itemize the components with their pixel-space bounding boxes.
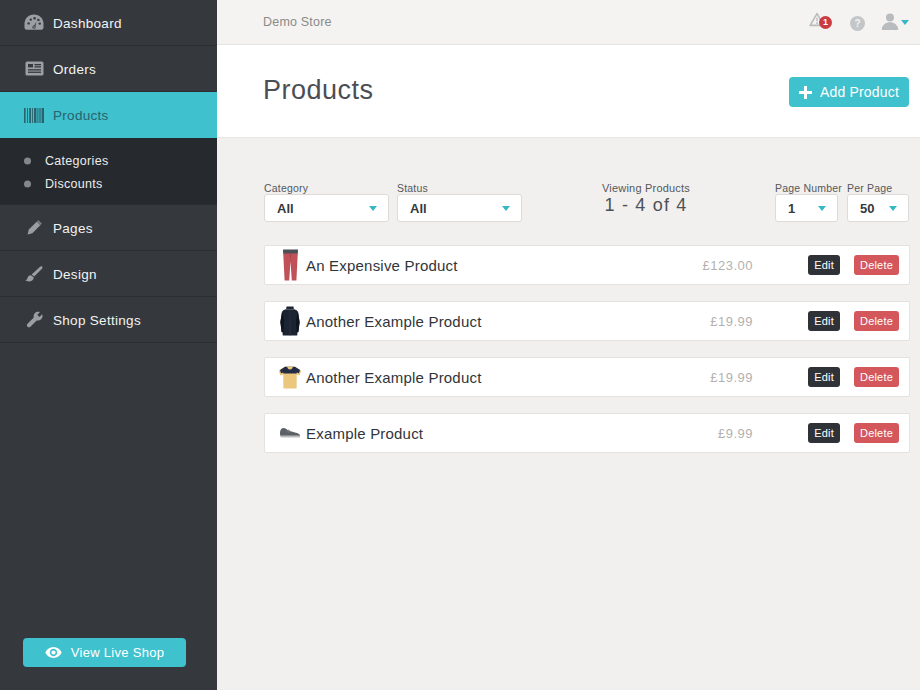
sidebar-item-categories[interactable]: Categories bbox=[0, 149, 217, 172]
product-price: £9.99 bbox=[718, 426, 753, 441]
orders-list-icon bbox=[23, 59, 45, 79]
edit-button[interactable]: Edit bbox=[808, 255, 840, 275]
pencil-icon bbox=[23, 218, 45, 238]
add-product-label: Add Product bbox=[820, 84, 899, 100]
dashboard-gauge-icon bbox=[23, 13, 45, 33]
page-number-label: Page Number bbox=[775, 182, 842, 194]
caret-down-icon bbox=[502, 206, 510, 211]
page-title: Products bbox=[263, 75, 374, 106]
sidebar-item-dashboard[interactable]: Dashboard bbox=[0, 0, 217, 46]
product-name: An Expensive Product bbox=[306, 257, 458, 274]
per-page-select[interactable]: 50 bbox=[847, 194, 909, 222]
category-filter-select[interactable]: All bbox=[264, 194, 389, 222]
sidebar-item-design[interactable]: Design bbox=[0, 251, 217, 297]
sidebar-item-label: Design bbox=[53, 266, 97, 281]
product-thumbnail-grey-shoe bbox=[275, 416, 305, 450]
viewing-products-label: Viewing Products bbox=[546, 182, 746, 194]
main-area: Demo Store 1 bbox=[217, 0, 920, 690]
sidebar-item-shop-settings[interactable]: Shop Settings bbox=[0, 297, 217, 343]
product-price: £19.99 bbox=[710, 314, 753, 329]
per-page-label: Per Page bbox=[847, 182, 892, 194]
caret-down-icon bbox=[889, 206, 897, 211]
status-filter-value: All bbox=[410, 201, 427, 216]
sidebar-item-orders[interactable]: Orders bbox=[0, 46, 217, 92]
question-circle-icon: ? bbox=[850, 17, 865, 34]
status-filter-select[interactable]: All bbox=[397, 194, 522, 222]
sidebar-subitem-label: Discounts bbox=[45, 177, 103, 191]
sidebar-item-label: Products bbox=[53, 108, 109, 123]
delete-button[interactable]: Delete bbox=[854, 423, 899, 443]
topbar-icons: 1 ? bbox=[790, 0, 920, 45]
page-number-value: 1 bbox=[788, 201, 795, 216]
viewing-products-value: 1 - 4 of 4 bbox=[546, 195, 746, 216]
sidebar-item-products[interactable]: Products bbox=[0, 92, 217, 138]
help-button[interactable]: ? bbox=[850, 16, 865, 31]
product-price: £123.00 bbox=[703, 258, 754, 273]
svg-text:?: ? bbox=[854, 18, 860, 29]
caret-down-icon bbox=[901, 20, 909, 25]
product-thumbnail-red-trousers bbox=[275, 248, 305, 282]
per-page-value: 50 bbox=[860, 201, 874, 216]
caret-down-icon bbox=[369, 206, 377, 211]
sidebar-item-pages[interactable]: Pages bbox=[0, 205, 217, 251]
barcode-icon bbox=[23, 105, 45, 125]
page-number-select[interactable]: 1 bbox=[775, 194, 838, 222]
sidebar-item-discounts[interactable]: Discounts bbox=[0, 172, 217, 195]
notification-badge: 1 bbox=[819, 16, 832, 29]
product-name: Example Product bbox=[306, 425, 423, 442]
delete-button[interactable]: Delete bbox=[854, 311, 899, 331]
product-name: Another Example Product bbox=[306, 313, 482, 330]
sidebar-item-label: Orders bbox=[53, 61, 96, 76]
status-filter-label: Status bbox=[397, 182, 428, 194]
person-icon bbox=[881, 13, 899, 34]
product-name: Another Example Product bbox=[306, 369, 482, 386]
view-live-shop-button[interactable]: View Live Shop bbox=[23, 638, 186, 667]
product-row: Another Example Product £19.99 Edit Dele… bbox=[264, 357, 910, 397]
sidebar-item-label: Shop Settings bbox=[53, 312, 141, 327]
store-name: Demo Store bbox=[263, 15, 332, 29]
user-menu-button[interactable] bbox=[881, 13, 911, 33]
category-filter-label: Category bbox=[264, 182, 308, 194]
edit-button[interactable]: Edit bbox=[808, 367, 840, 387]
sidebar: Dashboard Orders bbox=[0, 0, 217, 690]
view-live-shop-label: View Live Shop bbox=[71, 645, 165, 660]
page-header: Products Add Product bbox=[217, 45, 920, 138]
category-filter-value: All bbox=[277, 201, 294, 216]
admin-page: Dashboard Orders bbox=[0, 0, 920, 690]
eye-icon bbox=[45, 647, 62, 658]
product-thumbnail-navy-jacket bbox=[275, 304, 305, 338]
sidebar-subitem-label: Categories bbox=[45, 154, 108, 168]
notifications-button[interactable]: 1 bbox=[809, 12, 837, 34]
plus-icon bbox=[799, 86, 812, 99]
edit-button[interactable]: Edit bbox=[808, 311, 840, 331]
delete-button[interactable]: Delete bbox=[854, 367, 899, 387]
caret-down-icon bbox=[818, 206, 826, 211]
topbar: Demo Store 1 bbox=[217, 0, 920, 45]
bullet-icon bbox=[24, 157, 31, 164]
product-row: Another Example Product £19.99 Edit Dele… bbox=[264, 301, 910, 341]
sidebar-submenu: Categories Discounts bbox=[0, 138, 217, 205]
product-row: An Expensive Product £123.00 Edit Delete bbox=[264, 245, 910, 285]
product-row: Example Product £9.99 Edit Delete bbox=[264, 413, 910, 453]
add-product-button[interactable]: Add Product bbox=[789, 77, 909, 107]
product-price: £19.99 bbox=[710, 370, 753, 385]
edit-button[interactable]: Edit bbox=[808, 423, 840, 443]
sidebar-item-label: Dashboard bbox=[53, 15, 122, 30]
product-thumbnail-yellow-tshirt bbox=[275, 360, 305, 394]
wrench-icon bbox=[23, 310, 45, 330]
bullet-icon bbox=[24, 180, 31, 187]
content-area: Category All Status All Viewing Products… bbox=[217, 138, 920, 690]
sidebar-item-label: Pages bbox=[53, 220, 93, 235]
paintbrush-icon bbox=[23, 264, 45, 284]
delete-button[interactable]: Delete bbox=[854, 255, 899, 275]
